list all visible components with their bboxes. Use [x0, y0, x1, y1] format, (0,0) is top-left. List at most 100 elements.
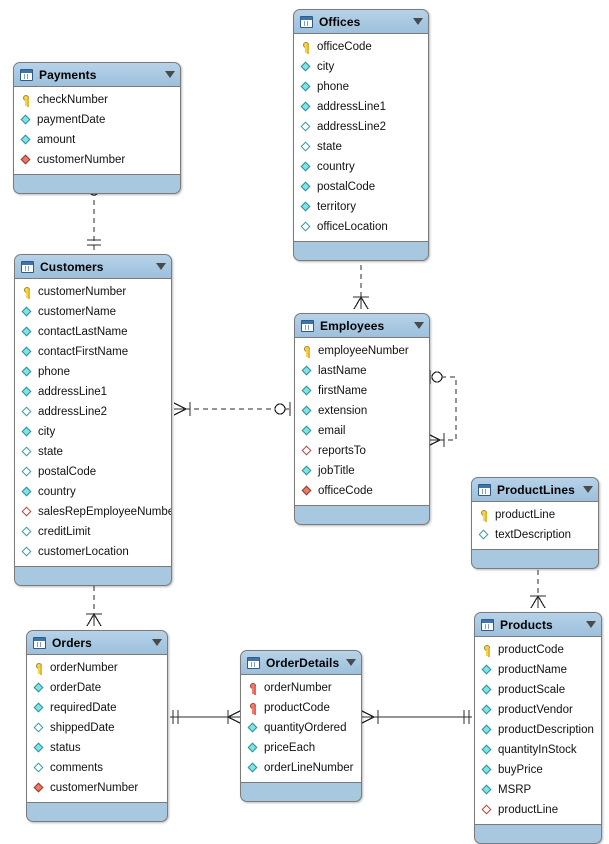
- collapse-chevron-icon[interactable]: [346, 659, 356, 666]
- column-row[interactable]: priceEach: [241, 738, 361, 758]
- column-row[interactable]: textDescription: [472, 525, 598, 545]
- collapse-chevron-icon[interactable]: [586, 621, 596, 628]
- entity-table-customers[interactable]: Customers customerNumber customerName conta…: [14, 254, 172, 586]
- column-label: state: [317, 141, 342, 153]
- primary-key-icon: [34, 662, 45, 674]
- entity-header-products[interactable]: Products: [475, 613, 601, 637]
- collapse-chevron-icon[interactable]: [583, 486, 593, 493]
- entity-header-offices[interactable]: Offices: [294, 10, 428, 34]
- column-row[interactable]: customerNumber: [27, 778, 167, 798]
- column-row[interactable]: officeCode: [294, 37, 428, 57]
- column-row[interactable]: productCode: [475, 640, 601, 660]
- column-row[interactable]: state: [15, 442, 171, 462]
- column-row[interactable]: orderNumber: [241, 678, 361, 698]
- column-row[interactable]: productName: [475, 660, 601, 680]
- column-row[interactable]: customerLocation: [15, 542, 171, 562]
- entity-header-orders[interactable]: Orders: [27, 631, 167, 655]
- column-row[interactable]: salesRepEmployeeNumber: [15, 502, 171, 522]
- column-label: phone: [38, 366, 70, 378]
- column-row[interactable]: productCode: [241, 698, 361, 718]
- column-row[interactable]: postalCode: [15, 462, 171, 482]
- entity-footer: [27, 803, 167, 812]
- column-row[interactable]: customerName: [15, 302, 171, 322]
- column-row[interactable]: jobTitle: [295, 461, 429, 481]
- column-row[interactable]: productLine: [475, 800, 601, 820]
- rel-products-orderdetails[interactable]: [361, 710, 472, 724]
- collapse-chevron-icon[interactable]: [165, 71, 175, 78]
- column-row[interactable]: orderLineNumber: [241, 758, 361, 778]
- column-row[interactable]: productVendor: [475, 700, 601, 720]
- column-row[interactable]: customerNumber: [14, 150, 180, 170]
- column-row[interactable]: productScale: [475, 680, 601, 700]
- column-row[interactable]: productLine: [472, 505, 598, 525]
- column-row[interactable]: postalCode: [294, 177, 428, 197]
- column-row[interactable]: officeLocation: [294, 217, 428, 237]
- entity-table-orderdetails[interactable]: OrderDetails orderNumber productCode quanti…: [240, 650, 362, 802]
- column-row[interactable]: orderNumber: [27, 658, 167, 678]
- column-row[interactable]: phone: [294, 77, 428, 97]
- entity-table-payments[interactable]: Payments checkNumber paymentDate amount cust…: [13, 62, 181, 194]
- entity-title: Payments: [39, 67, 97, 82]
- column-row[interactable]: extension: [295, 401, 429, 421]
- column-row[interactable]: contactLastName: [15, 322, 171, 342]
- column-row[interactable]: employeeNumber: [295, 341, 429, 361]
- column-row[interactable]: addressLine2: [294, 117, 428, 137]
- collapse-chevron-icon[interactable]: [413, 18, 423, 25]
- column-nullable-icon: [22, 547, 33, 558]
- column-row[interactable]: country: [15, 482, 171, 502]
- entity-table-employees[interactable]: Employees employeeNumber lastName firstName…: [294, 313, 430, 525]
- column-row[interactable]: officeCode: [295, 481, 429, 501]
- entity-table-orders[interactable]: Orders orderNumber orderDate requiredDate sh…: [26, 630, 168, 822]
- entity-table-offices[interactable]: Offices officeCode city phone addressLine1 ad…: [293, 9, 429, 261]
- column-row[interactable]: city: [15, 422, 171, 442]
- column-row[interactable]: requiredDate: [27, 698, 167, 718]
- column-row[interactable]: addressLine1: [294, 97, 428, 117]
- er-diagram-canvas[interactable]: Payments checkNumber paymentDate amount cust…: [0, 0, 609, 844]
- column-row[interactable]: quantityInStock: [475, 740, 601, 760]
- column-row[interactable]: firstName: [295, 381, 429, 401]
- collapse-chevron-icon[interactable]: [156, 263, 166, 270]
- column-row[interactable]: amount: [14, 130, 180, 150]
- rel-orders-orderdetails[interactable]: [170, 710, 241, 724]
- column-row[interactable]: quantityOrdered: [241, 718, 361, 738]
- column-row[interactable]: buyPrice: [475, 760, 601, 780]
- column-row[interactable]: customerNumber: [15, 282, 171, 302]
- entity-header-payments[interactable]: Payments: [14, 63, 180, 87]
- collapse-chevron-icon[interactable]: [414, 322, 424, 329]
- column-row[interactable]: shippedDate: [27, 718, 167, 738]
- column-row[interactable]: checkNumber: [14, 90, 180, 110]
- column-row[interactable]: city: [294, 57, 428, 77]
- rel-employees-customers[interactable]: [173, 402, 291, 416]
- column-label: textDescription: [495, 529, 572, 541]
- entity-header-orderdetails[interactable]: OrderDetails: [241, 651, 361, 675]
- column-row[interactable]: productDescription: [475, 720, 601, 740]
- column-row[interactable]: country: [294, 157, 428, 177]
- column-row[interactable]: lastName: [295, 361, 429, 381]
- column-row[interactable]: status: [27, 738, 167, 758]
- column-label: creditLimit: [38, 526, 91, 538]
- column-row[interactable]: orderDate: [27, 678, 167, 698]
- rel-employees-employees[interactable]: [427, 370, 457, 447]
- column-row[interactable]: territory: [294, 197, 428, 217]
- collapse-chevron-icon[interactable]: [152, 639, 162, 646]
- column-row[interactable]: reportsTo: [295, 441, 429, 461]
- column-row[interactable]: creditLimit: [15, 522, 171, 542]
- entity-table-products[interactable]: Products productCode productName productSca…: [474, 612, 602, 844]
- column-row[interactable]: email: [295, 421, 429, 441]
- foreign-key-notnull-icon: [21, 155, 32, 166]
- column-row[interactable]: paymentDate: [14, 110, 180, 130]
- column-notnull-icon: [301, 202, 312, 213]
- entity-table-productlines[interactable]: ProductLines productLine textDescription: [471, 477, 599, 569]
- column-row[interactable]: MSRP: [475, 780, 601, 800]
- column-row[interactable]: addressLine2: [15, 402, 171, 422]
- column-row[interactable]: addressLine1: [15, 382, 171, 402]
- entity-header-productlines[interactable]: ProductLines: [472, 478, 598, 502]
- entity-header-employees[interactable]: Employees: [295, 314, 429, 338]
- column-row[interactable]: phone: [15, 362, 171, 382]
- column-notnull-icon: [22, 427, 33, 438]
- column-row[interactable]: state: [294, 137, 428, 157]
- column-label: comments: [50, 762, 104, 774]
- column-row[interactable]: contactFirstName: [15, 342, 171, 362]
- entity-header-customers[interactable]: Customers: [15, 255, 171, 279]
- column-row[interactable]: comments: [27, 758, 167, 778]
